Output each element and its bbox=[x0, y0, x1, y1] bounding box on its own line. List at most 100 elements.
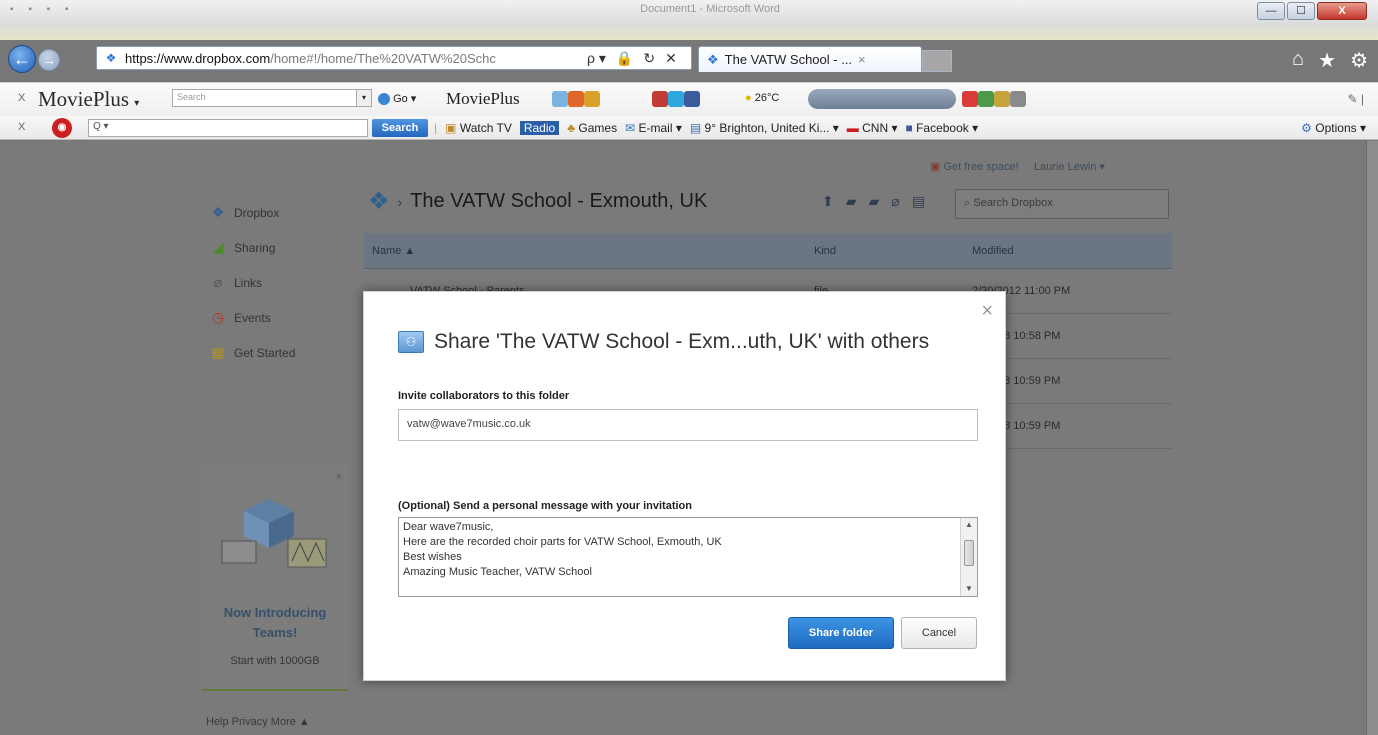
call-widget[interactable] bbox=[808, 89, 956, 109]
cancel-button[interactable]: Cancel bbox=[901, 617, 977, 649]
toolbar-logo-icon[interactable]: ◉ bbox=[52, 118, 72, 138]
history-icon[interactable]: ▤ bbox=[912, 193, 925, 210]
address-bar-icons: ρ ▾ 🔒 ↻ ✕ bbox=[587, 50, 677, 67]
new-folder-icon[interactable]: ▰ bbox=[846, 193, 857, 210]
browser-tab[interactable]: ❖ The VATW School - ... × bbox=[698, 46, 922, 72]
back-button[interactable]: ← bbox=[8, 45, 36, 73]
sidebar-item-events[interactable]: ◷ Events bbox=[210, 300, 295, 335]
toolbar-search-dropdown[interactable]: ▾ bbox=[356, 89, 372, 107]
invite-email-input[interactable]: vatw@wave7music.co.uk bbox=[398, 409, 978, 441]
tools-gear-icon[interactable]: ⚙ bbox=[1350, 48, 1368, 73]
sidebar-item-sharing[interactable]: ◢ Sharing bbox=[210, 230, 295, 265]
trophy-icon bbox=[584, 91, 600, 107]
file-modified: 08 10:58 PM bbox=[998, 330, 1061, 342]
invite-label: Invite collaborators to this folder bbox=[398, 390, 570, 402]
scroll-up-icon[interactable]: ▲ bbox=[961, 518, 977, 532]
link-icon: ⌀ bbox=[213, 274, 223, 290]
twitter-icon bbox=[668, 91, 684, 107]
message-scrollbar[interactable]: ▲ ▼ bbox=[960, 518, 977, 596]
dropbox-icon[interactable]: ❖ bbox=[368, 187, 390, 216]
toolbar2-search-button[interactable]: Search bbox=[372, 119, 428, 137]
address-url[interactable]: https://www.dropbox.com/home#!/home/The%… bbox=[125, 51, 581, 66]
maximize-button[interactable]: ☐ bbox=[1287, 2, 1315, 20]
sharing-icon: ◢ bbox=[212, 239, 224, 255]
column-modified[interactable]: Modified bbox=[972, 245, 1014, 257]
toolbar-search-input[interactable]: Search bbox=[172, 89, 357, 107]
options-menu[interactable]: ⚙ Options ▾ bbox=[1301, 121, 1366, 135]
teams-promo: × Now Introducing Teams! Start with 1000… bbox=[202, 465, 348, 691]
new-tab-button[interactable] bbox=[922, 50, 952, 72]
column-kind[interactable]: Kind bbox=[814, 245, 836, 257]
movieplus-link[interactable]: MoviePlus bbox=[446, 89, 520, 109]
favorites-star-icon[interactable]: ★ bbox=[1318, 48, 1336, 73]
sidebar-item-dropbox[interactable]: ❖ Dropbox bbox=[210, 195, 295, 230]
games-icon: ♣ bbox=[567, 121, 576, 135]
address-bar[interactable]: ❖ https://www.dropbox.com/home#!/home/Th… bbox=[96, 46, 692, 70]
message-line: Amazing Music Teacher, VATW School bbox=[403, 566, 592, 578]
home-icon[interactable]: ⌂ bbox=[1292, 48, 1304, 73]
message-line: Dear wave7music, bbox=[403, 521, 494, 533]
sidebar-item-get-started[interactable]: ▦ Get Started bbox=[210, 335, 295, 370]
toolbar2-close-icon[interactable]: X bbox=[18, 121, 25, 133]
get-free-space-link[interactable]: ▣ Get free space! bbox=[930, 161, 1019, 173]
toolbar-close-icon[interactable]: X bbox=[18, 92, 25, 104]
message-label: (Optional) Send a personal message with … bbox=[398, 500, 692, 512]
share-folder-icon[interactable]: ▰ bbox=[869, 193, 880, 210]
promo-close-icon[interactable]: × bbox=[336, 471, 342, 483]
radio-link[interactable]: Radio bbox=[519, 121, 560, 135]
search-dropbox-input[interactable]: ⌕ Search Dropbox bbox=[955, 189, 1169, 219]
watch-tv-link[interactable]: ▣ Watch TV bbox=[445, 121, 512, 135]
cnn-link[interactable]: ▬ CNN ▾ bbox=[847, 121, 898, 135]
page-scrollbar[interactable] bbox=[1366, 141, 1378, 735]
chat-icon bbox=[1010, 91, 1026, 107]
lock-icon[interactable]: 🔒 bbox=[616, 50, 633, 67]
refresh-icon[interactable]: ↻ bbox=[643, 50, 655, 67]
separator: | bbox=[434, 121, 438, 135]
weather-widget[interactable]: ● 26°C bbox=[745, 92, 779, 104]
sidebar-item-links[interactable]: ⌀ Links bbox=[210, 265, 295, 300]
share-folder-button[interactable]: Share folder bbox=[788, 617, 894, 649]
footer-links[interactable]: Help Privacy More ▲ bbox=[206, 716, 310, 728]
scroll-down-icon[interactable]: ▼ bbox=[961, 582, 977, 596]
user-menu[interactable]: Laurie Lewin ▾ bbox=[1034, 161, 1105, 173]
clock-icon: ◷ bbox=[211, 309, 225, 325]
quick-access-toolbar[interactable]: ▪ ▪ ▪ ▪ bbox=[10, 4, 75, 15]
message-text: Dear wave7music, Here are the recorded c… bbox=[403, 520, 957, 580]
games-link[interactable]: ♣ Games bbox=[567, 121, 617, 135]
sun-icon: ● bbox=[745, 92, 752, 104]
stop-icon[interactable]: ✕ bbox=[665, 50, 677, 67]
minimize-button[interactable]: — bbox=[1257, 2, 1285, 20]
monitor-icon bbox=[552, 91, 568, 107]
scrollbar-thumb[interactable] bbox=[964, 540, 974, 566]
breadcrumb-arrow-icon: › bbox=[397, 193, 403, 210]
search-dropdown-icon[interactable]: ρ ▾ bbox=[587, 50, 606, 67]
forward-arrow-icon: → bbox=[42, 52, 56, 68]
social-icons[interactable] bbox=[652, 91, 700, 107]
window-title-bar: ▪ ▪ ▪ ▪ Document1 - Microsoft Word — ☐ X bbox=[0, 0, 1378, 40]
forward-button[interactable]: → bbox=[38, 49, 60, 71]
toolbar-pencil-icon[interactable]: ✎ | bbox=[1347, 92, 1364, 106]
upload-icon[interactable]: ⬆ bbox=[822, 193, 834, 210]
dropbox-tab-icon: ❖ bbox=[707, 51, 719, 67]
go-button[interactable]: Go ▾ bbox=[378, 92, 416, 106]
toolbar2-search-input[interactable]: Q ▾ bbox=[88, 119, 368, 137]
tab-close-icon[interactable]: × bbox=[858, 52, 866, 67]
column-name[interactable]: Name ▲ bbox=[372, 245, 415, 257]
search-icon: ⌕ bbox=[964, 197, 971, 209]
toolbar-app-icons[interactable] bbox=[962, 91, 1026, 107]
movieplus-logo[interactable]: MoviePlus ▾ bbox=[38, 87, 139, 112]
toolbar-icon-group[interactable] bbox=[552, 91, 600, 107]
sidebar: ❖ Dropbox ◢ Sharing ⌀ Links ◷ Events ▦ Get St… bbox=[210, 195, 295, 370]
link-icon[interactable]: ⌀ bbox=[891, 193, 899, 210]
email-icon: ✉ bbox=[625, 121, 636, 135]
account-header: ▣ Get free space! Laurie Lewin ▾ bbox=[930, 160, 1105, 173]
personal-message-textarea[interactable]: Dear wave7music, Here are the recorded c… bbox=[398, 517, 978, 597]
weather-link[interactable]: ▤ 9° Brighton, United Ki... ▾ bbox=[690, 121, 839, 135]
promo-heading[interactable]: Now Introducing Teams! bbox=[202, 603, 348, 643]
message-line: Best wishes bbox=[403, 551, 462, 563]
email-link[interactable]: ✉ E-mail ▾ bbox=[625, 121, 682, 135]
close-window-button[interactable]: X bbox=[1317, 2, 1367, 20]
calendar-icon: ▦ bbox=[211, 344, 225, 360]
close-icon[interactable]: × bbox=[981, 300, 993, 323]
facebook-link[interactable]: ■ Facebook ▾ bbox=[905, 121, 978, 135]
